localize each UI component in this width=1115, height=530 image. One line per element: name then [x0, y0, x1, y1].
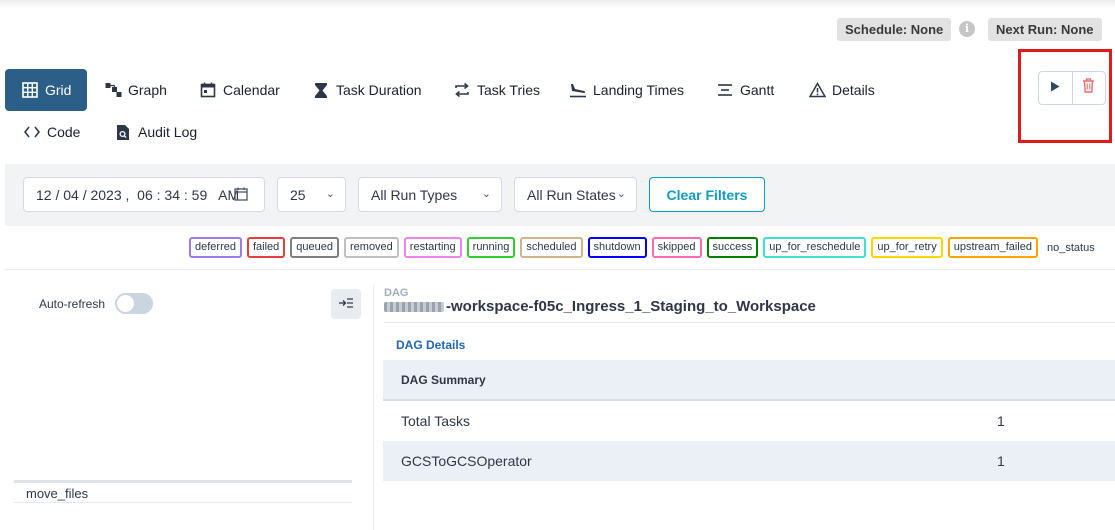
tab-code[interactable]: Code — [23, 111, 80, 153]
num-runs-select[interactable]: 25 ⌄ — [277, 177, 346, 212]
schedule-badge: Schedule: None — [837, 18, 952, 41]
legend-queued[interactable]: queued — [290, 237, 339, 258]
title-divider — [384, 322, 1115, 323]
tab-task-duration[interactable]: Task Duration — [312, 69, 422, 111]
task-row-top-border — [14, 480, 352, 483]
run-state-select[interactable]: All Run States ⌄ — [514, 177, 637, 212]
warning-triangle-icon — [808, 81, 826, 99]
state-legend: deferred failed queued removed restarting run… — [189, 237, 1099, 258]
auto-refresh-label: Auto-refresh — [39, 297, 106, 311]
chevron-down-icon: ⌄ — [481, 188, 491, 200]
run-type-value: All Run Types — [371, 186, 458, 203]
clear-filters-button[interactable]: Clear Filters — [649, 177, 765, 212]
plane-landing-icon — [569, 81, 587, 99]
chevron-down-icon: ⌄ — [325, 188, 335, 200]
tab-audit-log[interactable]: Audit Log — [114, 111, 197, 153]
delete-dag-button[interactable] — [1071, 72, 1106, 104]
legend-skipped[interactable]: skipped — [651, 237, 702, 258]
row-label: GCSToGCSOperator — [401, 453, 532, 469]
code-icon — [23, 123, 41, 141]
chevron-down-icon: ⌄ — [616, 188, 626, 200]
trash-icon — [1082, 78, 1095, 98]
dag-details-link[interactable]: DAG Details — [396, 338, 465, 352]
play-icon — [1050, 79, 1060, 97]
num-runs-value: 25 — [290, 186, 306, 203]
base-date-input[interactable]: 12 / 04 / 2023 , 06 : 34 : 59 AM — [23, 177, 265, 212]
legend-up-for-reschedule[interactable]: up_for_reschedule — [763, 237, 867, 258]
tab-task-duration-label: Task Duration — [336, 82, 422, 98]
tab-calendar-label: Calendar — [223, 82, 280, 98]
collapse-panel-button[interactable] — [331, 289, 361, 319]
top-shadow — [0, 0, 1115, 8]
tab-gantt[interactable]: Gantt — [716, 69, 774, 111]
legend-removed[interactable]: removed — [344, 237, 399, 258]
hourglass-icon — [312, 81, 330, 99]
table-row: GCSToGCSOperator 1 — [383, 441, 1115, 481]
table-header: DAG Summary — [401, 372, 486, 387]
file-search-icon — [114, 123, 132, 141]
legend-running[interactable]: running — [466, 237, 516, 258]
tab-task-tries-label: Task Tries — [477, 82, 541, 98]
tab-gantt-label: Gantt — [740, 82, 775, 98]
tab-calendar[interactable]: Calendar — [199, 69, 280, 111]
redacted-text — [384, 301, 444, 312]
base-date-value: 12 / 04 / 2023 , 06 : 34 : 59 AM — [36, 186, 240, 203]
tab-landing-times-label: Landing Times — [593, 82, 685, 98]
task-row-bottom-border — [14, 502, 352, 503]
tab-graph-label: Graph — [128, 82, 167, 98]
legend-deferred[interactable]: deferred — [189, 237, 242, 258]
legend-success[interactable]: success — [706, 237, 759, 258]
dag-actions — [1038, 71, 1106, 105]
tab-graph[interactable]: Graph — [104, 69, 167, 111]
row-label: Total Tasks — [401, 413, 470, 429]
grid-icon — [21, 81, 39, 99]
row-value: 1 — [997, 453, 1005, 469]
legend-up-for-retry[interactable]: up_for_retry — [871, 237, 943, 258]
run-state-value: All Run States — [527, 186, 616, 203]
dag-title: -workspace-f05c_Ingress_1_Staging_to_Wor… — [384, 298, 816, 315]
calendar-picker-icon[interactable] — [234, 187, 248, 204]
legend-failed[interactable]: failed — [246, 237, 286, 258]
auto-refresh-toggle[interactable] — [115, 293, 153, 314]
tab-details[interactable]: Details — [808, 69, 875, 111]
next-run-badge: Next Run: None — [988, 18, 1102, 41]
tab-details-label: Details — [832, 82, 875, 98]
tab-landing-times[interactable]: Landing Times — [569, 69, 684, 111]
toggle-knob — [117, 295, 134, 312]
panel-divider — [373, 285, 374, 530]
dag-summary-table: DAG Summary Total Tasks 1 GCSToGCSOperat… — [383, 360, 1115, 481]
tab-audit-log-label: Audit Log — [138, 124, 198, 140]
tab-code-label: Code — [47, 124, 81, 140]
task-name[interactable]: move_files — [26, 486, 88, 501]
legend-scheduled[interactable]: scheduled — [520, 237, 583, 258]
tab-grid-label: Grid — [45, 82, 72, 98]
table-header-row: DAG Summary — [383, 360, 1115, 401]
legend-restarting[interactable]: restarting — [403, 237, 462, 258]
graph-icon — [104, 81, 122, 99]
gantt-icon — [716, 81, 734, 99]
retry-arrows-icon — [453, 81, 471, 99]
legend-no-status[interactable]: no_status — [1043, 242, 1099, 254]
divider — [5, 269, 1115, 270]
tab-grid[interactable]: Grid — [5, 69, 88, 111]
legend-upstream-failed[interactable]: upstream_failed — [947, 237, 1038, 258]
legend-shutdown[interactable]: shutdown — [587, 237, 647, 258]
run-type-select[interactable]: All Run Types ⌄ — [358, 177, 502, 212]
trigger-dag-button[interactable] — [1039, 72, 1072, 104]
collapse-arrow-icon — [339, 297, 353, 311]
calendar-icon — [199, 81, 217, 99]
dag-id: -workspace-f05c_Ingress_1_Staging_to_Wor… — [446, 298, 816, 315]
row-value: 1 — [997, 413, 1005, 429]
info-icon[interactable]: i — [959, 21, 975, 37]
tab-task-tries[interactable]: Task Tries — [453, 69, 540, 111]
table-row: Total Tasks 1 — [383, 401, 1115, 441]
